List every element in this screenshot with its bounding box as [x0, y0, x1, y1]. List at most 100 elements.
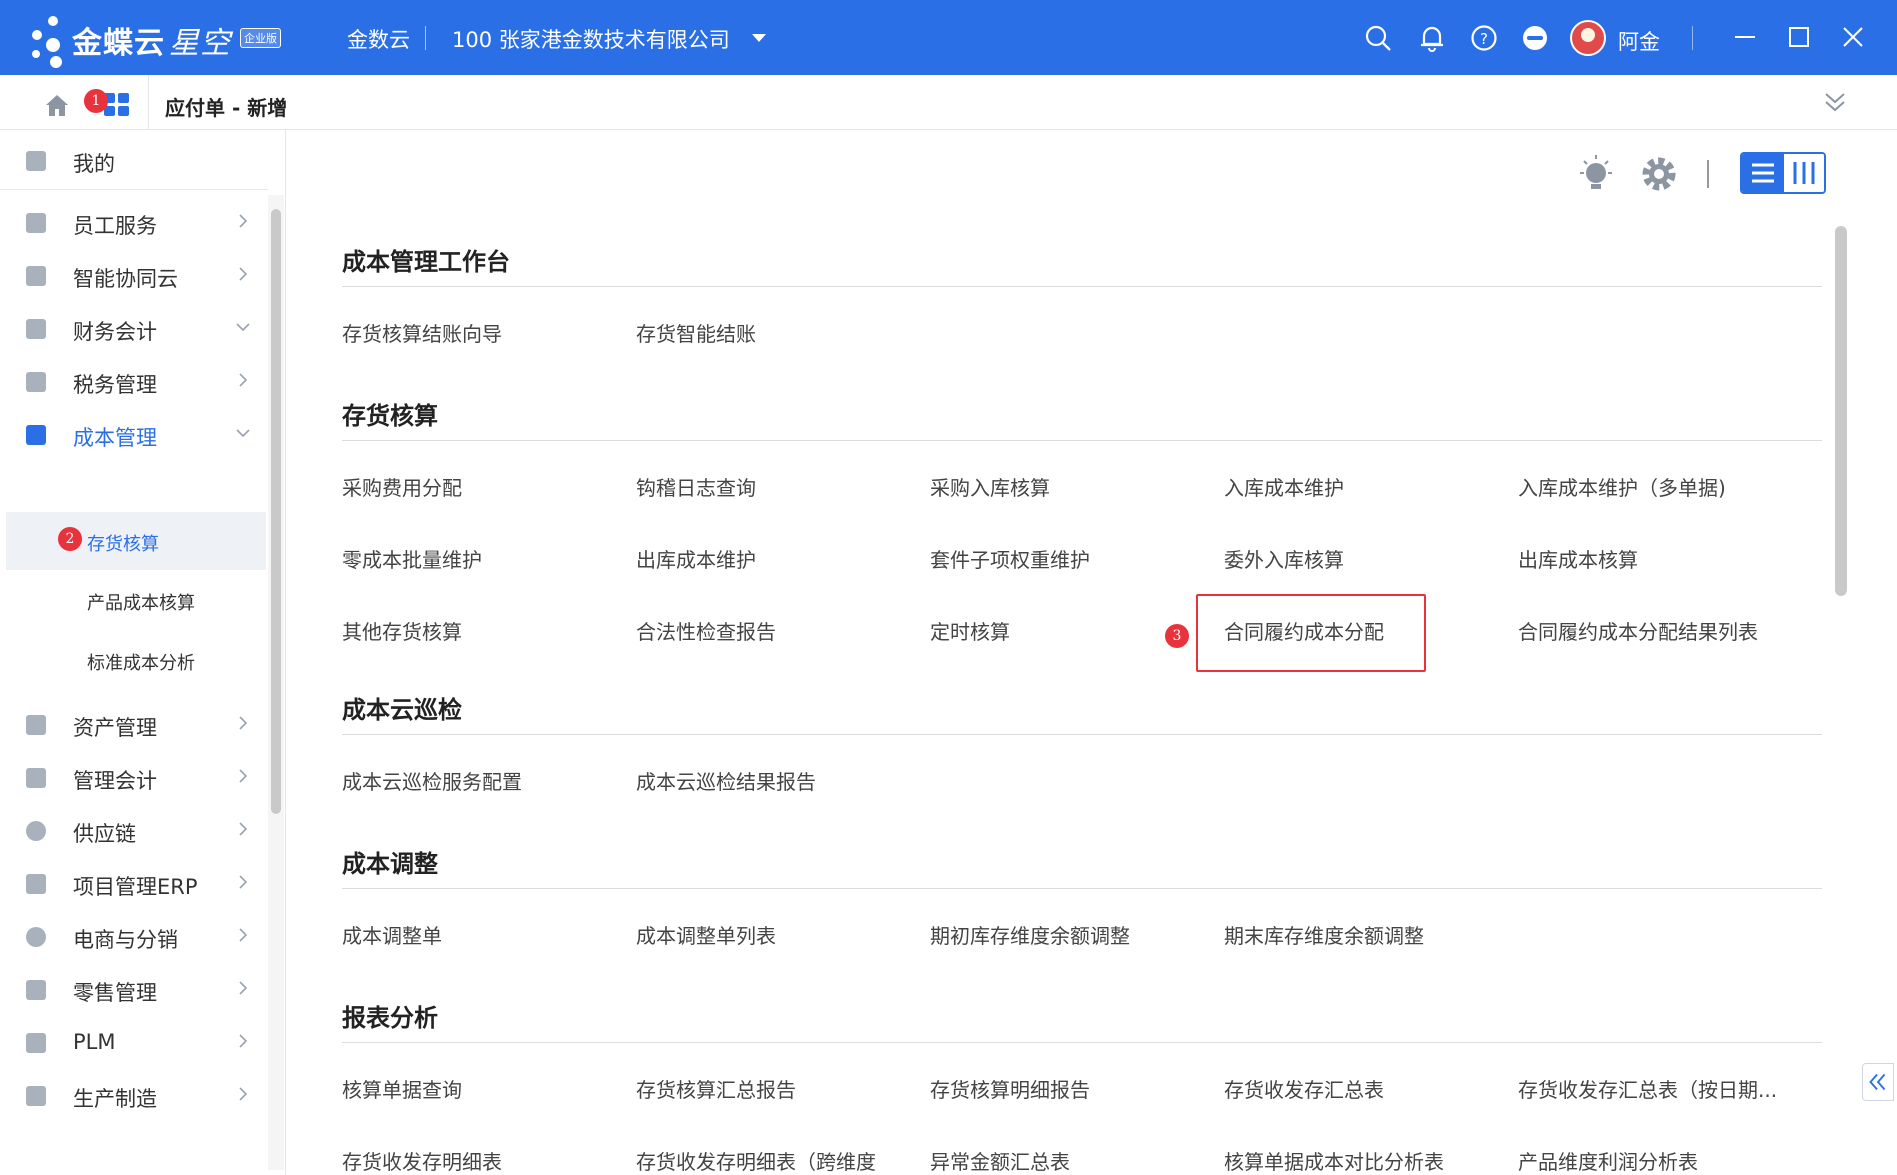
- chevron-right-icon: [239, 1087, 248, 1101]
- sidebar-item-label: 财务会计: [73, 320, 157, 344]
- func-link-contract-cost-allocation[interactable]: 合同履约成本分配: [1224, 616, 1384, 645]
- func-link[interactable]: 期末库存维度余额调整: [1224, 920, 1424, 949]
- section-title-cost-workbench: 成本管理工作台: [342, 248, 510, 276]
- sidebar-scrollbar[interactable]: [268, 195, 284, 1170]
- func-link[interactable]: 入库成本维护: [1224, 472, 1344, 501]
- func-link[interactable]: 异常金额汇总表: [930, 1146, 1070, 1175]
- chevron-right-icon: [239, 928, 248, 942]
- func-link[interactable]: 期初库存维度余额调整: [930, 920, 1130, 949]
- chevron-right-icon: [239, 822, 248, 836]
- main-scrollbar[interactable]: [1832, 208, 1848, 1168]
- sidebar-item-asset[interactable]: 资产管理: [0, 694, 268, 754]
- calculator-icon: [26, 425, 46, 445]
- chevron-right-icon: [239, 267, 248, 281]
- section-divider: [342, 286, 1822, 287]
- sidebar-item-label: 项目管理ERP: [73, 875, 198, 899]
- dashboard-icon: [26, 151, 46, 171]
- func-link[interactable]: 委外入库核算: [1224, 544, 1344, 573]
- cloud-link[interactable]: 金数云: [347, 24, 410, 54]
- sidebar-item-manufacturing[interactable]: 生产制造: [0, 1065, 268, 1125]
- func-link[interactable]: 套件子项权重维护: [930, 544, 1090, 573]
- main-scrollbar-thumb[interactable]: [1835, 226, 1847, 596]
- func-link[interactable]: 定时核算: [930, 616, 1010, 645]
- sidebar-item-retail[interactable]: 零售管理: [0, 959, 268, 1019]
- help-icon[interactable]: ?: [1470, 24, 1498, 52]
- sidebar-item-label: 资产管理: [73, 716, 157, 740]
- sidebar-item-plm[interactable]: PLM: [0, 1012, 268, 1072]
- share-nodes-icon: [26, 821, 46, 841]
- section-divider: [342, 734, 1822, 735]
- func-link[interactable]: 出库成本核算: [1518, 544, 1638, 573]
- func-link[interactable]: 存货核算明细报告: [930, 1074, 1090, 1103]
- close-icon[interactable]: [1838, 22, 1868, 52]
- sidebar: 我的 员工服务 智能协同云 财务会计 税务管理 成本管理 2 存货核算 产品成本…: [0, 130, 286, 1175]
- sidebar-item-finance[interactable]: 财务会计: [0, 298, 268, 358]
- factory-icon: [26, 1086, 46, 1106]
- func-link[interactable]: 存货收发存汇总表（按日期...: [1518, 1074, 1777, 1103]
- search-icon[interactable]: [1364, 24, 1392, 52]
- func-link[interactable]: 零成本批量维护: [342, 544, 482, 573]
- func-link[interactable]: 出库成本维护: [636, 544, 756, 573]
- sidebar-subitem-inventory-accounting[interactable]: 2 存货核算: [6, 512, 266, 570]
- func-link[interactable]: 采购入库核算: [930, 472, 1050, 501]
- step-badge-2: 2: [58, 527, 82, 551]
- func-link[interactable]: 入库成本维护（多单据): [1518, 472, 1726, 501]
- bell-icon[interactable]: [1418, 24, 1446, 52]
- avatar[interactable]: [1570, 20, 1606, 56]
- section-divider: [342, 1042, 1822, 1043]
- func-link[interactable]: 成本云巡检服务配置: [342, 766, 522, 795]
- tab-active-title[interactable]: 应付单 - 新增: [165, 92, 287, 121]
- column-view-icon[interactable]: [1784, 154, 1824, 192]
- func-link[interactable]: 存货收发存汇总表: [1224, 1074, 1384, 1103]
- func-link[interactable]: 核算单据查询: [342, 1074, 462, 1103]
- func-link[interactable]: 成本调整单列表: [636, 920, 776, 949]
- section-title-cost-adjustment: 成本调整: [342, 850, 438, 878]
- func-link[interactable]: 合法性检查报告: [636, 616, 776, 645]
- func-link[interactable]: 成本云巡检结果报告: [636, 766, 816, 795]
- sidebar-subitem-standard-cost[interactable]: 标准成本分析: [6, 631, 266, 689]
- func-link[interactable]: 存货收发存明细表（跨维度: [636, 1146, 876, 1175]
- maximize-icon[interactable]: [1784, 22, 1814, 52]
- sidebar-item-mine[interactable]: 我的: [0, 130, 268, 190]
- sidebar-item-collab-cloud[interactable]: 智能协同云: [0, 245, 268, 305]
- func-link[interactable]: 采购费用分配: [342, 472, 462, 501]
- lightbulb-icon[interactable]: [1577, 154, 1615, 194]
- chevron-double-down-icon[interactable]: [1822, 89, 1848, 115]
- chevron-double-left-icon[interactable]: [1862, 1063, 1894, 1101]
- brand-logo[interactable]: 金蝶云 星空 企业版: [18, 8, 288, 68]
- func-link[interactable]: 其他存货核算: [342, 616, 462, 645]
- more-icon[interactable]: [1521, 24, 1549, 52]
- func-link[interactable]: 钩稽日志查询: [636, 472, 756, 501]
- func-link[interactable]: 存货收发存明细表: [342, 1146, 502, 1175]
- chevron-right-icon: [239, 214, 248, 228]
- func-link[interactable]: 产品维度利润分析表: [1518, 1146, 1698, 1175]
- func-link[interactable]: 核算单据成本对比分析表: [1224, 1146, 1444, 1175]
- func-link[interactable]: 存货核算结账向导: [342, 318, 502, 347]
- user-name[interactable]: 阿金: [1618, 26, 1660, 56]
- gear-icon[interactable]: [1639, 154, 1679, 194]
- briefcase-icon: [26, 266, 46, 286]
- list-view-icon[interactable]: [1742, 154, 1784, 192]
- minimize-icon[interactable]: [1730, 22, 1760, 52]
- func-link[interactable]: 存货智能结账: [636, 318, 756, 347]
- sidebar-item-cost[interactable]: 成本管理: [0, 404, 268, 464]
- home-icon[interactable]: [44, 93, 70, 117]
- sidebar-item-mgmt-accounting[interactable]: 管理会计: [0, 747, 268, 807]
- sidebar-item-tax[interactable]: 税务管理: [0, 351, 268, 411]
- chevron-right-icon: [239, 981, 248, 995]
- func-link[interactable]: 成本调整单: [342, 920, 442, 949]
- func-link[interactable]: 存货核算汇总报告: [636, 1074, 796, 1103]
- sidebar-item-employee-service[interactable]: 员工服务: [0, 192, 268, 252]
- org-selector[interactable]: 100 张家港金数技术有限公司: [452, 24, 730, 54]
- func-link[interactable]: 合同履约成本分配结果列表: [1518, 616, 1758, 645]
- apps-grid-icon[interactable]: [104, 93, 130, 117]
- sidebar-scrollbar-thumb[interactable]: [271, 209, 281, 814]
- chevron-down-icon: [236, 323, 250, 332]
- chevron-down-icon[interactable]: [752, 34, 766, 42]
- sidebar-item-supply-chain[interactable]: 供应链: [0, 800, 268, 860]
- main-content: 成本管理工作台 存货核算结账向导 存货智能结账 存货核算 采购费用分配 钩稽日志…: [287, 130, 1897, 1175]
- sidebar-item-ecommerce[interactable]: 电商与分销: [0, 906, 268, 966]
- view-toggle[interactable]: [1740, 152, 1826, 194]
- sidebar-item-project-erp[interactable]: 项目管理ERP: [0, 853, 268, 913]
- sidebar-subitem-product-cost[interactable]: 产品成本核算: [6, 571, 266, 629]
